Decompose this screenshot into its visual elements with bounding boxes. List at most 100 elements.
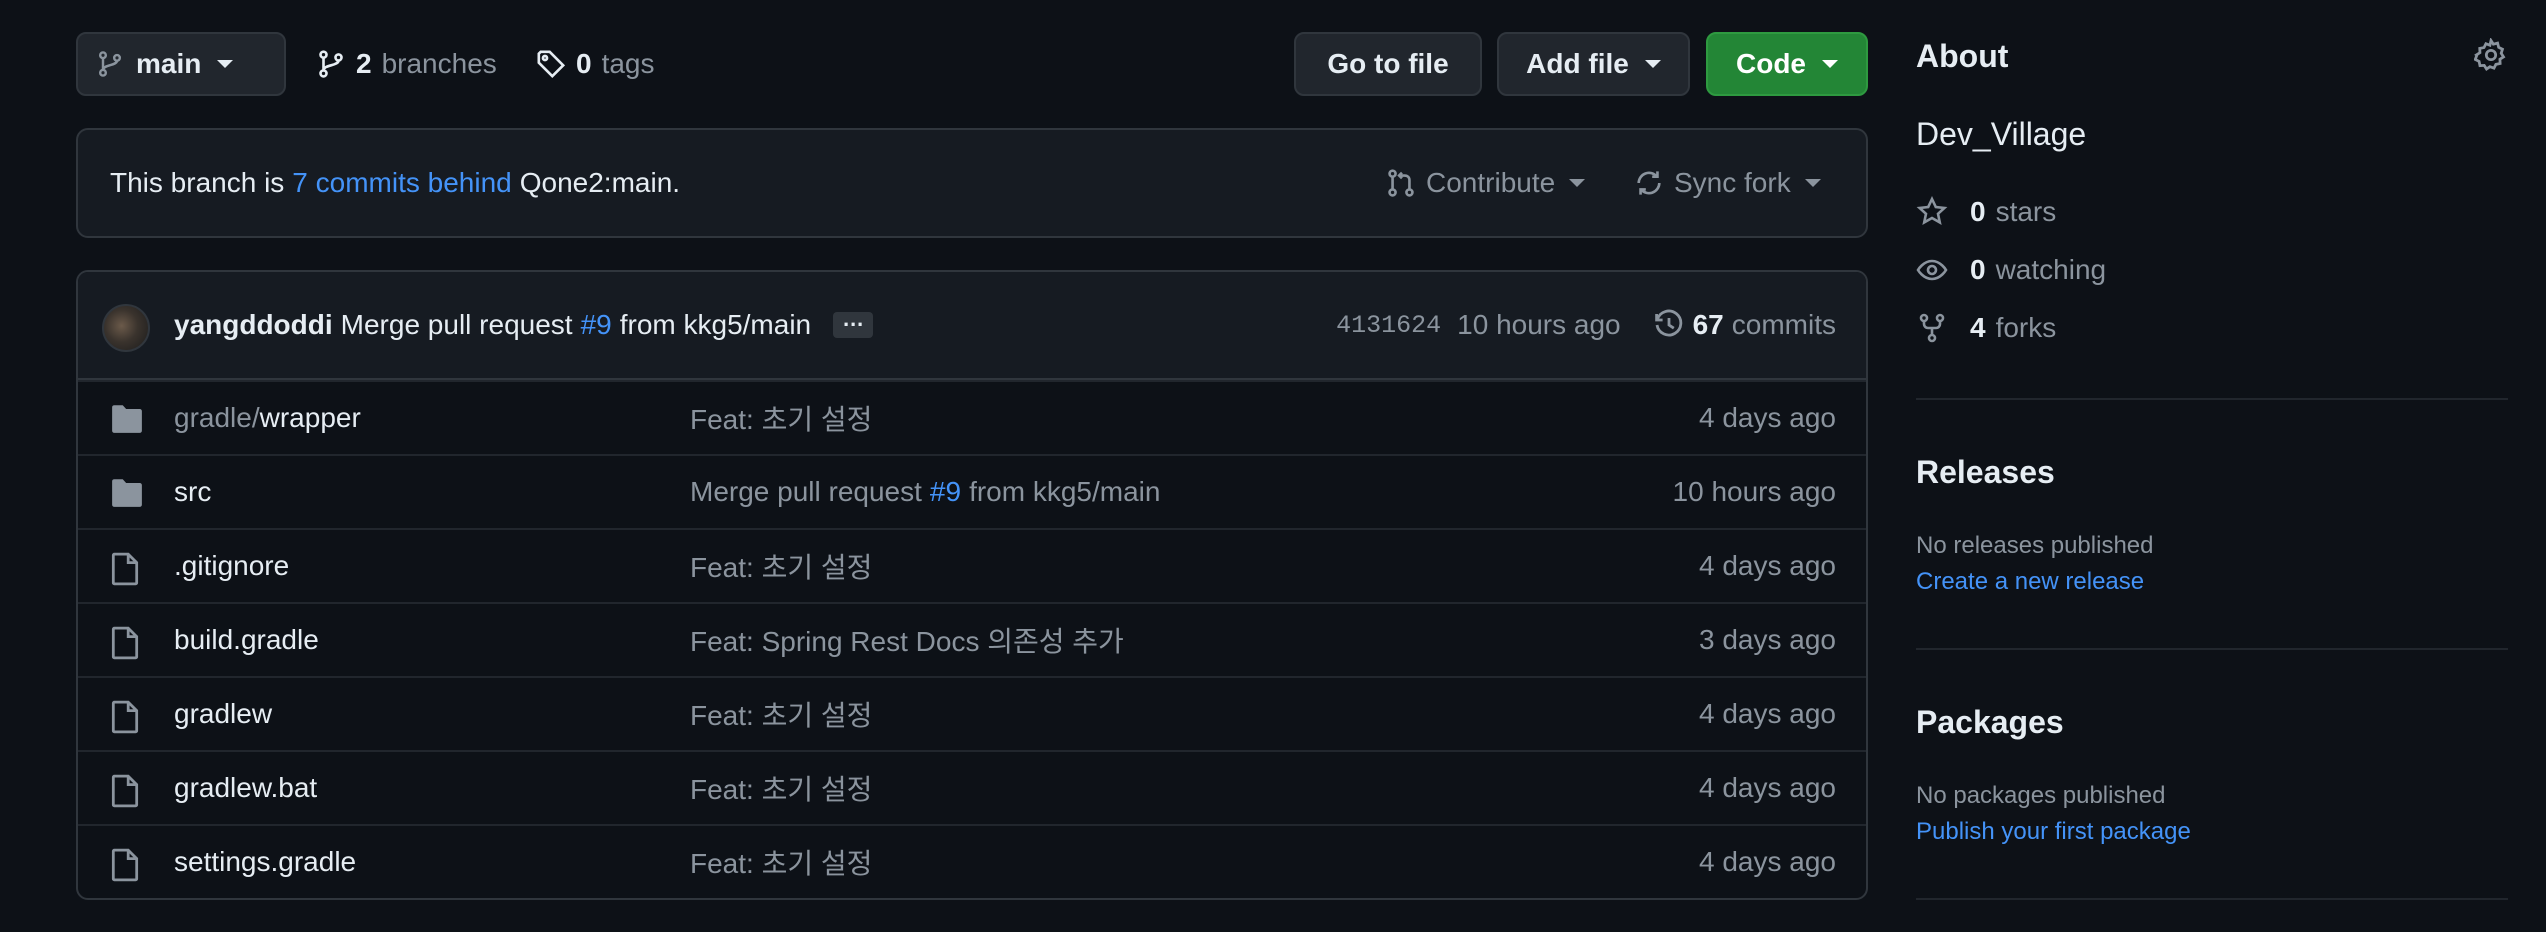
watching-link[interactable]: 0 watching	[1916, 250, 2106, 290]
repo-toolbar: main 2 branches 0 tags Go to file Add fi…	[76, 32, 1868, 96]
latest-commit-message: yangddoddi Merge pull request #9 from kk…	[174, 272, 874, 378]
gear-icon[interactable]	[2474, 38, 2508, 72]
create-release-link[interactable]: Create a new release	[1916, 568, 2144, 596]
commits-behind-link[interactable]: 7 commits behind	[292, 167, 511, 199]
commit-message-text: Feat: 초기 설정	[690, 774, 873, 805]
file-name-link[interactable]: build.gradle	[174, 604, 319, 676]
stars-count: 0	[1970, 196, 1986, 227]
table-row[interactable]: settings.gradle Feat: 초기 설정 4 days ago	[78, 824, 1866, 898]
chevron-down-icon	[217, 60, 234, 68]
file-name-link[interactable]: src	[174, 456, 211, 528]
file-commit-age: 4 days ago	[1699, 772, 1836, 803]
divider	[1916, 398, 2508, 400]
branches-count: 2	[356, 48, 372, 79]
branch-status-text: This branch is 7 commits behind Qone2:ma…	[110, 130, 680, 236]
commit-message-pre[interactable]: Merge pull request	[341, 309, 573, 341]
file-icon	[110, 848, 144, 882]
stars-label: stars	[1995, 196, 2057, 227]
star-icon	[1916, 196, 1948, 228]
commit-message-text: Feat: 초기 설정	[690, 552, 873, 583]
branch-selector[interactable]: main	[76, 32, 286, 96]
file-name-dim: gradle/	[174, 402, 260, 433]
contribute-dropdown[interactable]: Contribute	[1386, 130, 1586, 236]
add-file-label: Add file	[1526, 48, 1629, 79]
packages-heading[interactable]: Packages	[1916, 704, 2064, 741]
file-commit-message[interactable]: Feat: 초기 설정	[690, 382, 888, 454]
go-to-file-label: Go to file	[1327, 48, 1449, 79]
file-icon	[110, 626, 144, 660]
status-prefix: This branch is	[110, 167, 285, 198]
table-row[interactable]: .gitignore Feat: 초기 설정 4 days ago	[78, 528, 1866, 602]
file-name-link[interactable]: settings.gradle	[174, 826, 356, 898]
forks-count: 4	[1970, 312, 1986, 343]
file-commit-message[interactable]: Feat: 초기 설정	[690, 826, 888, 898]
file-commit-age: 4 days ago	[1699, 550, 1836, 581]
folder-icon	[110, 404, 144, 436]
tags-count: 0	[576, 48, 592, 79]
branches-link[interactable]: 2 branches	[316, 32, 497, 96]
no-packages-text: No packages published	[1916, 782, 2166, 809]
commit-sha[interactable]: 4131624	[1336, 311, 1441, 340]
file-name: gradlew.bat	[174, 772, 318, 803]
file-commit-age: 3 days ago	[1699, 624, 1836, 655]
file-name: src	[174, 476, 212, 507]
watching-count: 0	[1970, 254, 1986, 285]
file-name-link[interactable]: gradlew	[174, 678, 272, 750]
eye-icon	[1916, 254, 1948, 286]
file-commit-message[interactable]: Feat: 초기 설정	[690, 678, 888, 750]
file-commit-message[interactable]: Feat: 초기 설정	[690, 530, 888, 602]
table-row[interactable]: gradlew.bat Feat: 초기 설정 4 days ago	[78, 750, 1866, 824]
repo-page: main 2 branches 0 tags Go to file Add fi…	[0, 0, 2546, 932]
publish-package-link[interactable]: Publish your first package	[1916, 818, 2191, 846]
avatar[interactable]	[102, 304, 150, 352]
history-icon	[1653, 309, 1685, 341]
chevron-down-icon	[1569, 179, 1586, 187]
forks-link[interactable]: 4 forks	[1916, 308, 2056, 348]
file-commit-message[interactable]: Feat: 초기 설정	[690, 752, 888, 824]
pull-request-link[interactable]: #9	[930, 476, 961, 508]
tag-icon	[536, 49, 566, 79]
repo-description: Dev_Village	[1916, 116, 2087, 152]
file-name-link[interactable]: gradlew.bat	[174, 752, 317, 824]
branch-status-box: This branch is 7 commits behind Qone2:ma…	[76, 128, 1868, 238]
file-name-link[interactable]: gradle/wrapper	[174, 382, 361, 454]
file-commit-age: 10 hours ago	[1672, 476, 1836, 507]
about-heading: About	[1916, 38, 2009, 74]
branches-label: branches	[381, 48, 497, 79]
file-icon	[110, 700, 144, 734]
table-row[interactable]: gradlew Feat: 초기 설정 4 days ago	[78, 676, 1866, 750]
commit-message-text: Feat: Spring Rest Docs 의존성 추가	[690, 626, 1124, 657]
sync-fork-label: Sync fork	[1674, 167, 1791, 198]
file-name-link[interactable]: .gitignore	[174, 530, 289, 602]
file-commit-message[interactable]: Feat: Spring Rest Docs 의존성 추가	[690, 604, 1140, 676]
git-branch-icon	[96, 50, 124, 78]
expand-commit-button[interactable]: …	[833, 308, 874, 338]
file-commit-message[interactable]: Merge pull request #9 from kkg5/main	[690, 456, 1160, 528]
sync-icon	[1634, 168, 1664, 198]
branch-name: main	[136, 48, 202, 79]
table-row[interactable]: gradle/wrapper Feat: 초기 설정 4 days ago	[78, 380, 1866, 454]
commit-message-text: Merge pull request	[690, 476, 922, 507]
sync-fork-dropdown[interactable]: Sync fork	[1634, 130, 1821, 236]
git-branch-icon	[316, 49, 346, 79]
file-commit-age: 4 days ago	[1699, 402, 1836, 433]
commits-history-link[interactable]: 67 commits	[1653, 309, 1836, 341]
pull-request-link[interactable]: #9	[581, 309, 612, 341]
table-row[interactable]: build.gradle Feat: Spring Rest Docs 의존성 추…	[78, 602, 1866, 676]
file-name: settings.gradle	[174, 846, 357, 877]
add-file-button[interactable]: Add file	[1497, 32, 1690, 96]
code-button[interactable]: Code	[1706, 32, 1868, 96]
stars-link[interactable]: 0 stars	[1916, 192, 2056, 232]
commit-author[interactable]: yangddoddi	[174, 309, 333, 341]
file-name: .gitignore	[174, 550, 290, 581]
file-commit-age: 4 days ago	[1699, 846, 1836, 877]
latest-commit-bar: yangddoddi Merge pull request #9 from kk…	[78, 272, 1866, 380]
table-row[interactable]: src Merge pull request #9 from kkg5/main 10 …	[78, 454, 1866, 528]
commits-label: commits	[1731, 309, 1836, 340]
releases-heading[interactable]: Releases	[1916, 454, 2055, 491]
forks-label: forks	[1995, 312, 2057, 343]
commit-message-post[interactable]: from kkg5/main	[620, 309, 811, 341]
tags-link[interactable]: 0 tags	[536, 32, 655, 96]
go-to-file-button[interactable]: Go to file	[1294, 32, 1482, 96]
file-commit-age: 4 days ago	[1699, 698, 1836, 729]
